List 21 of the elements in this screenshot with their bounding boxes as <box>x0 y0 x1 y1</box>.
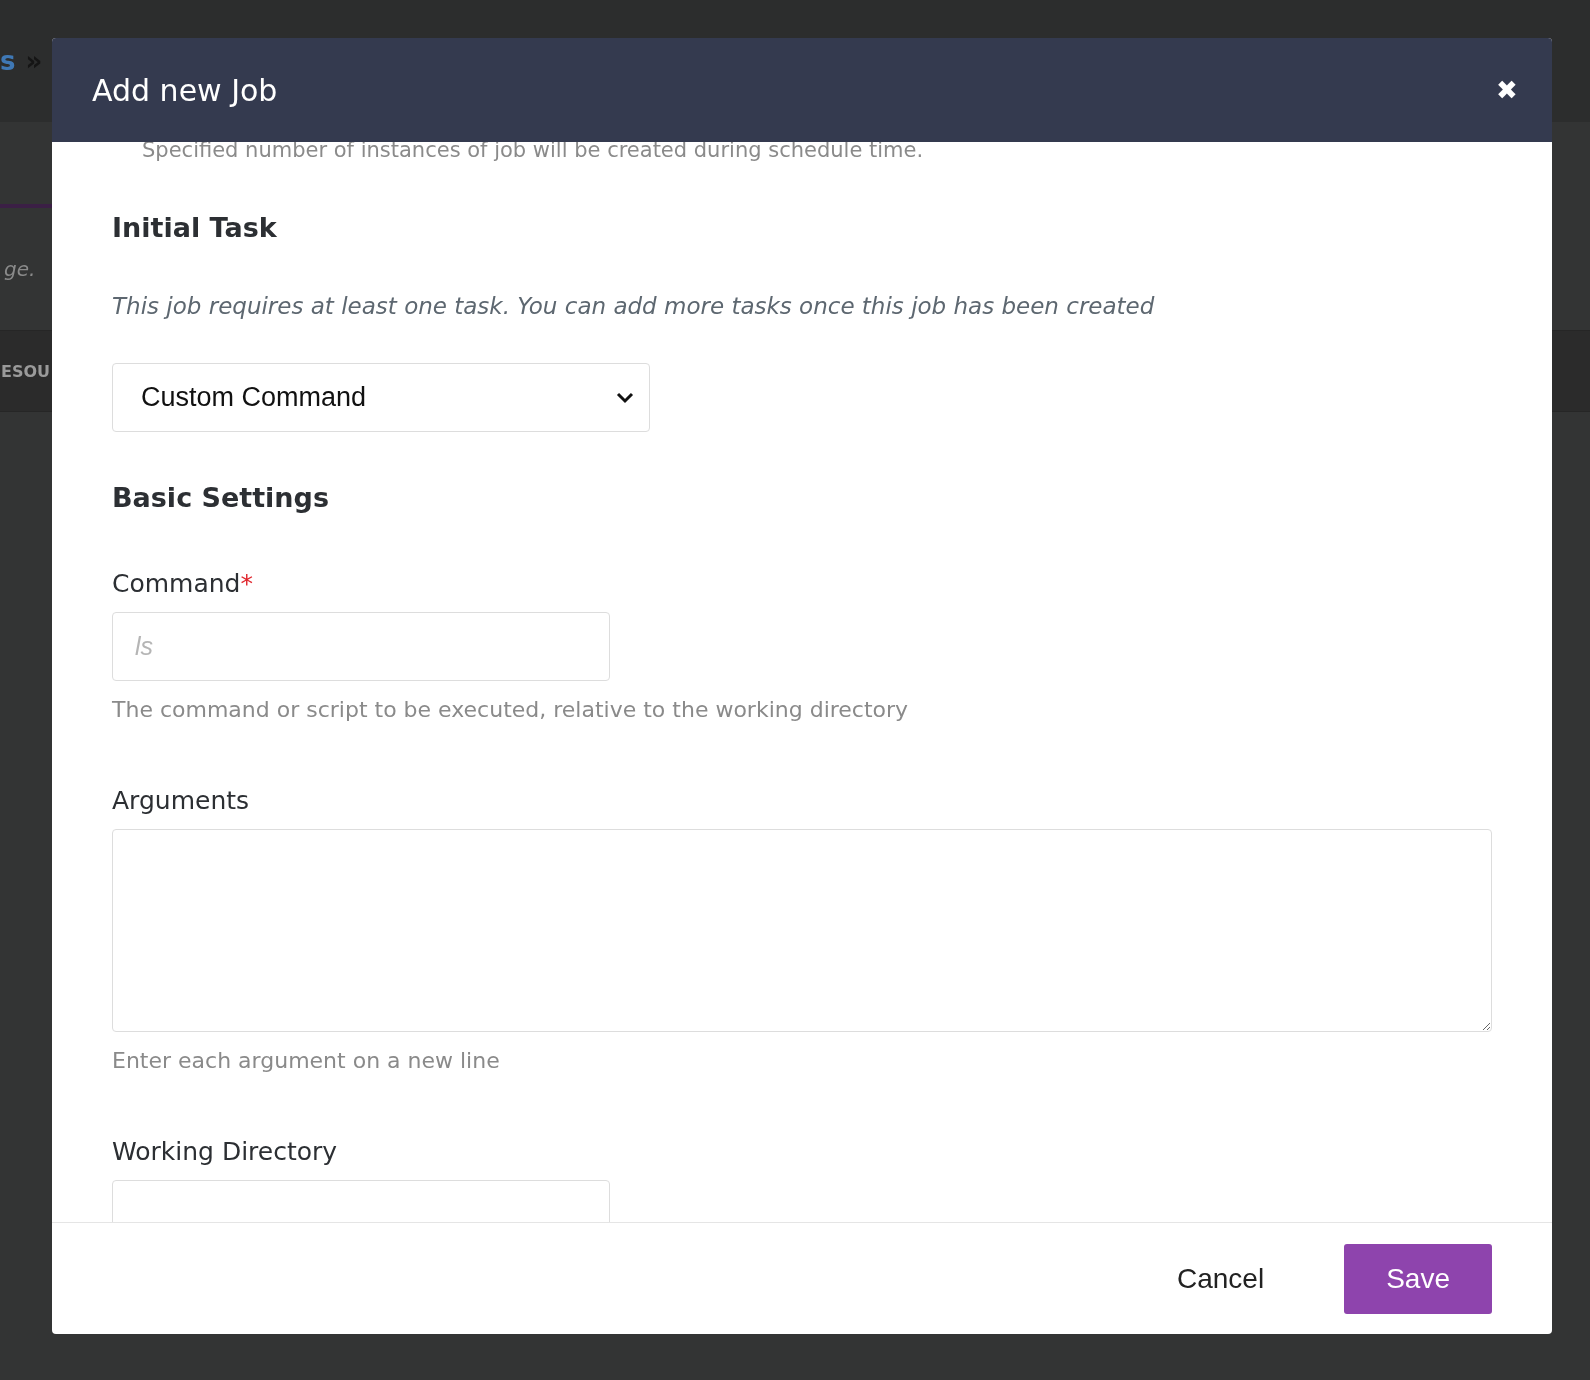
breadcrumb-item: s <box>0 46 16 76</box>
textarea-field[interactable] <box>112 829 1492 1032</box>
text-input-field[interactable]: ls <box>112 612 610 681</box>
required-asterisk: * <box>240 569 253 598</box>
field-label: Command <box>112 569 241 598</box>
modal-title: Add new Job <box>92 72 278 108</box>
save-button[interactable]: Save <box>1344 1243 1492 1314</box>
chevron-down-icon <box>615 390 635 405</box>
section-heading: Basic Settings <box>112 482 330 513</box>
breadcrumb-item: » <box>25 46 43 76</box>
field-label: Working Directory <box>112 1137 338 1166</box>
task-note: This job requires at least one task. You can add more tasks once this job has been created <box>112 293 1156 319</box>
background-section-header: ESOU <box>1 361 51 381</box>
cancel-button[interactable]: Cancel <box>1137 1243 1305 1314</box>
task-type-select[interactable]: Custom Command <box>112 363 650 432</box>
background-note: ge. <box>4 257 36 281</box>
close-button[interactable]: ✖ <box>1492 70 1522 110</box>
help-text: Enter each argument on a new line <box>112 1048 501 1073</box>
section-heading: Initial Task <box>112 212 278 243</box>
field-label: Arguments <box>112 786 250 815</box>
help-text: The command or script to be executed, relative to the working directory <box>112 697 910 722</box>
